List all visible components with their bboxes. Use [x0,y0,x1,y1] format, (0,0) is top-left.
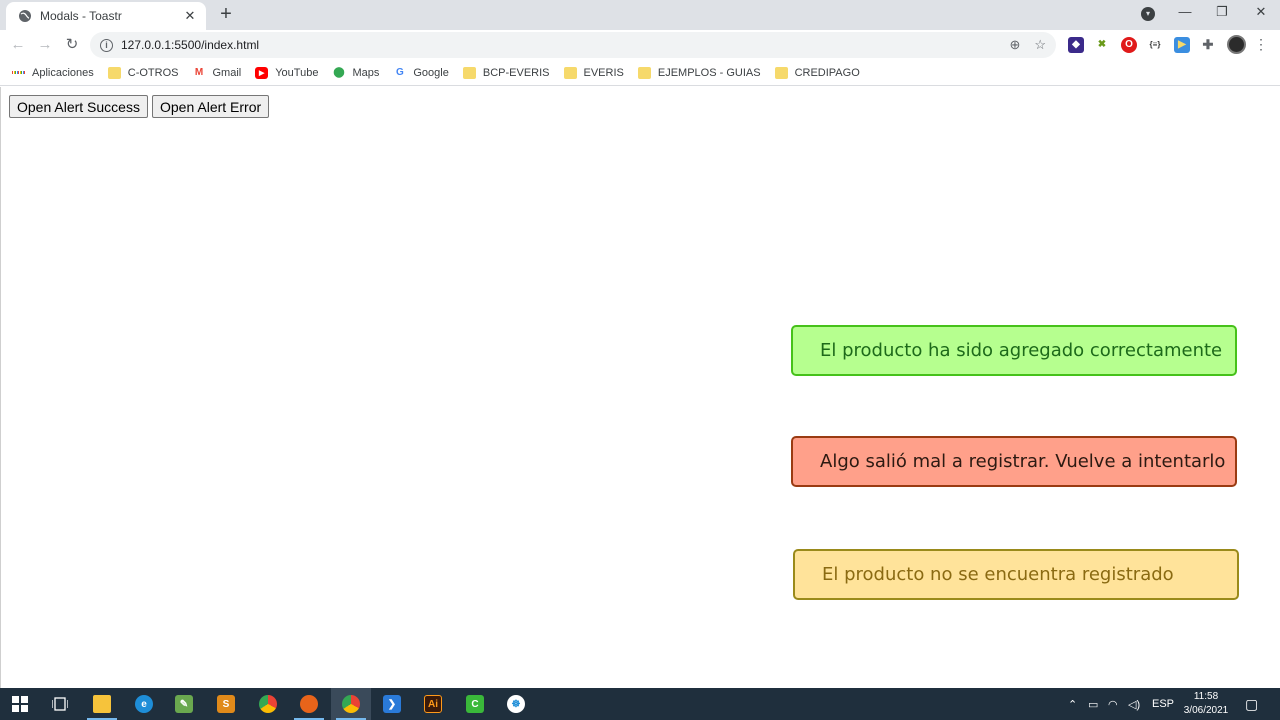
bookmark-youtube[interactable]: ▶ YouTube [255,66,319,79]
extension-icon[interactable]: ▶ [1174,37,1190,53]
bookmark-label: CREDIPAGO [794,66,860,79]
taskbar: e ✎ S ❯ Ai C ☸ ⌃ ▭ ◠ ◁) ESP 11:58 3/06/2… [0,688,1280,720]
close-window-icon[interactable]: ✕ [1251,4,1271,20]
chrome-icon[interactable] [248,688,288,720]
forward-icon[interactable]: → [35,35,55,55]
edge-icon[interactable]: e [124,688,164,720]
error-toast[interactable]: Algo salió mal a registrar. Vuelve a int… [791,436,1237,487]
more-menu-icon[interactable]: ⋮ [1254,36,1268,53]
gmail-icon: M [194,67,204,78]
windows-start-icon[interactable] [0,688,40,720]
clock-time: 11:58 [1193,691,1219,702]
bookmark-google[interactable]: G Google [393,66,449,79]
globe-icon [18,9,32,23]
notifications-icon[interactable]: ▢ [1245,688,1258,720]
toast-message: El producto no se encuentra registrado [822,564,1174,585]
back-icon[interactable]: ← [8,35,28,55]
tab-title: Modals - Toastr [40,9,122,23]
extensions-puzzle-icon[interactable]: ✚ [1200,37,1216,53]
battery-icon[interactable]: ▭ [1088,688,1098,720]
youtube-icon: ▶ [255,66,269,79]
browser-tab[interactable]: Modals - Toastr ✕ [6,2,206,30]
page-viewport: Open Alert Success Open Alert Error El p… [0,87,1280,688]
app-icon[interactable]: ☸ [496,688,536,720]
bookmark-star-icon[interactable]: ☆ [1034,37,1046,53]
bookmark-label: Maps [352,66,380,79]
open-alert-error-button[interactable]: Open Alert Error [152,95,270,118]
success-toast[interactable]: El producto ha sido agregado correctamen… [791,325,1237,376]
bookmark-label: Gmail [212,66,242,79]
toast-message: El producto ha sido agregado correctamen… [820,340,1223,361]
bookmark-maps[interactable]: ⬤ Maps [332,67,379,79]
new-tab-button[interactable]: + [216,4,236,24]
warning-toast[interactable]: El producto no se encuentra registrado [793,549,1239,600]
opera-icon[interactable]: O [1121,37,1137,53]
bookmark-bcp-everis[interactable]: BCP-EVERIS [462,66,550,79]
bookmark-credipago[interactable]: CREDIPAGO [774,66,860,79]
toast-message: Algo salió mal a registrar. Vuelve a int… [820,451,1226,472]
chrome-active-icon[interactable] [331,688,371,720]
site-info-icon[interactable]: i [100,38,113,52]
bookmark-aplicaciones[interactable]: Aplicaciones [11,66,94,79]
volume-icon[interactable]: ◁) [1128,688,1140,720]
bookmark-label: EJEMPLOS - GUIAS [657,66,761,79]
extension-icon[interactable]: ✖ [1094,37,1110,53]
folder-icon [462,66,476,79]
bookmark-label: EVERIS [583,66,624,79]
tab-strip: Modals - Toastr ✕ + ▾ — ❐ ✕ [0,0,1280,30]
bookmark-gmail[interactable]: M Gmail [193,66,242,79]
address-bar[interactable]: i 127.0.0.1:5500/index.html ⊕ ☆ [90,32,1056,58]
task-view-icon[interactable] [40,688,80,720]
bookmark-label: Aplicaciones [32,66,94,79]
restore-icon[interactable]: ❐ [1212,4,1232,20]
tab-close-icon[interactable]: ✕ [182,8,198,24]
folder-icon [774,66,788,79]
folder-icon [107,66,121,79]
network-icon[interactable]: ◠ [1108,688,1118,720]
browser-toolbar: ← → ↻ i 127.0.0.1:5500/index.html ⊕ ☆ ◆ … [0,30,1280,60]
bookmark-label: Google [413,66,449,79]
firefox-icon[interactable] [289,688,329,720]
bookmark-everis[interactable]: EVERIS [563,66,624,79]
tray-chevron-icon[interactable]: ⌃ [1068,688,1077,720]
clock-date: 3/06/2021 [1183,705,1229,716]
google-icon: G [395,67,404,78]
bookmarks-bar: Aplicaciones C-OTROS M Gmail ▶ YouTube ⬤… [0,60,1280,86]
bookmark-label: C-OTROS [127,66,179,79]
reload-icon[interactable]: ↻ [62,35,82,55]
minimize-icon[interactable]: — [1175,4,1195,19]
bookmark-label: YouTube [275,66,319,79]
sublime-text-icon[interactable]: S [206,688,246,720]
folder-icon [637,66,651,79]
bookmark-label: BCP-EVERIS [482,66,550,79]
vscode-icon[interactable]: ❯ [372,688,412,720]
camtasia-icon[interactable]: C [455,688,495,720]
folder-icon [563,66,577,79]
notepad-plus-plus-icon[interactable]: ✎ [164,688,204,720]
language-indicator[interactable]: ESP [1152,688,1174,720]
zoom-icon[interactable]: ⊕ [1009,37,1020,53]
maps-pin-icon: ⬤ [333,67,345,78]
bookmark-ejemplos-guias[interactable]: EJEMPLOS - GUIAS [637,66,761,79]
json-extension-icon[interactable]: {≡} [1147,37,1163,53]
illustrator-icon[interactable]: Ai [413,688,453,720]
tab-search-icon[interactable]: ▾ [1141,7,1155,21]
apps-grid-icon [11,67,26,79]
extension-icon[interactable]: ◆ [1068,37,1084,53]
file-explorer-icon[interactable] [82,688,122,720]
profile-avatar[interactable] [1227,35,1246,54]
url-text: 127.0.0.1:5500/index.html [121,38,260,52]
bookmark-c-otros[interactable]: C-OTROS [107,66,179,79]
clock[interactable]: 11:58 3/06/2021 [1178,690,1234,718]
open-alert-success-button[interactable]: Open Alert Success [9,95,148,118]
